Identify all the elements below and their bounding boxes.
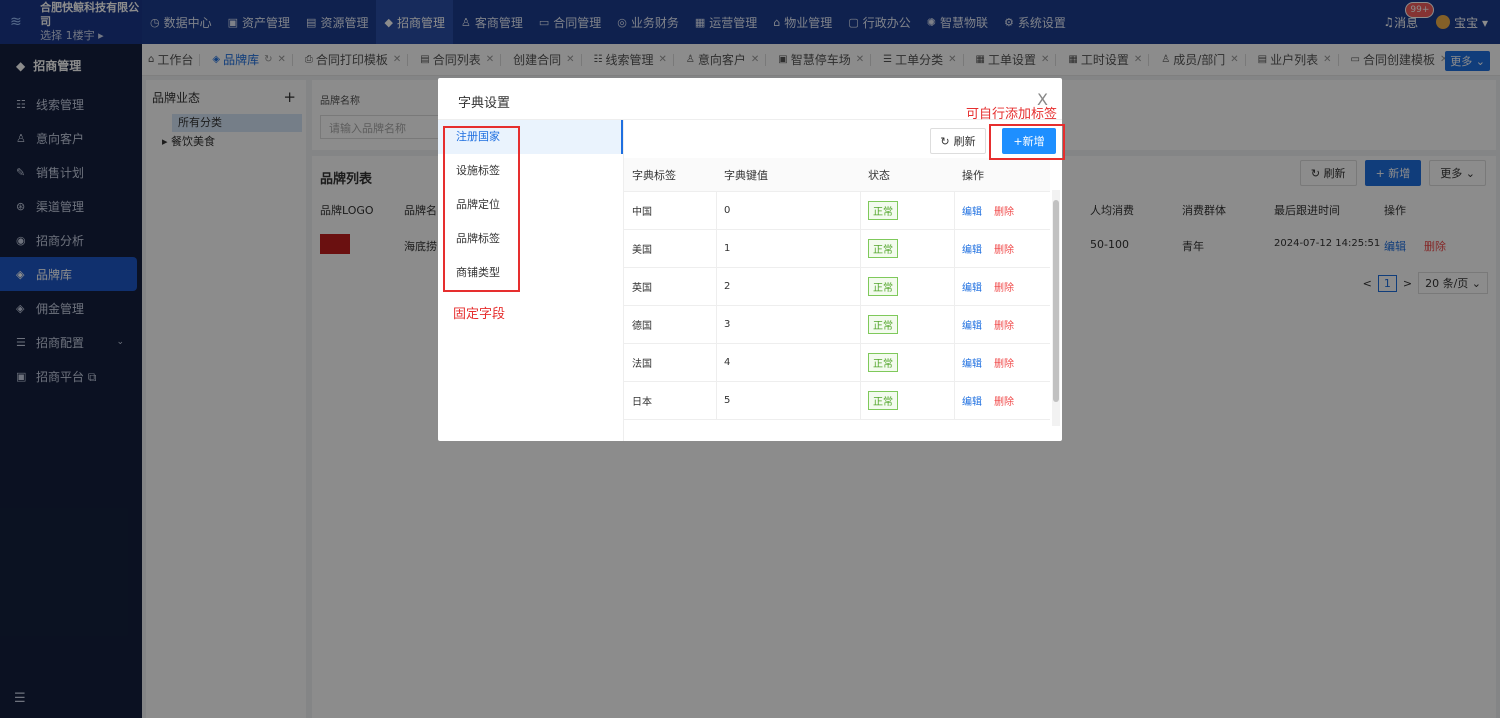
edit-link[interactable]: 编辑 [962, 241, 982, 256]
edit-link[interactable]: 编辑 [962, 355, 982, 370]
annotation-fixed-fields: 固定字段 [453, 307, 506, 322]
dict-label-cell: 德国 [632, 321, 652, 332]
table-scrollbar[interactable] [1052, 190, 1060, 426]
dict-label-cell: 美国 [632, 245, 652, 256]
dict-value-cell: 5 [724, 395, 731, 406]
dict-refresh-button[interactable]: ↻ 刷新 [930, 128, 986, 154]
scrollbar-thumb[interactable] [1053, 200, 1059, 402]
dict-label-cell: 英国 [632, 283, 652, 294]
refresh-icon: ↻ [940, 134, 950, 148]
delete-link[interactable]: 删除 [994, 203, 1014, 218]
dict-label-cell: 日本 [632, 397, 652, 408]
dict-table-row: 英国 2 正常 编辑 删除 [624, 268, 1050, 306]
dict-value-cell: 4 [724, 357, 731, 368]
dict-column-header: 状态 [868, 168, 890, 182]
dict-column-header: 操作 [962, 168, 984, 182]
status-badge: 正常 [868, 391, 898, 410]
delete-link[interactable]: 删除 [994, 355, 1014, 370]
delete-link[interactable]: 删除 [994, 279, 1014, 294]
edit-link[interactable]: 编辑 [962, 317, 982, 332]
dict-value-cell: 2 [724, 281, 731, 292]
status-badge: 正常 [868, 353, 898, 372]
dictionary-settings-dialog: 字典设置 X 注册国家 设施标签 品牌定位 品牌标签 商铺类型 ↻ 刷新 +新增 字典标… [438, 78, 1062, 441]
dict-column-header: 字典标签 [632, 168, 676, 182]
status-badge: 正常 [868, 315, 898, 334]
delete-link[interactable]: 删除 [994, 393, 1014, 408]
dict-table-row: 日本 5 正常 编辑 删除 [624, 382, 1050, 420]
dict-refresh-label: 刷新 [953, 135, 976, 148]
annotation-box-fixed-fields [443, 126, 520, 292]
dict-table-row: 美国 1 正常 编辑 删除 [624, 230, 1050, 268]
dict-value-cell: 0 [724, 205, 731, 216]
dict-label-cell: 中国 [632, 207, 652, 218]
edit-link[interactable]: 编辑 [962, 203, 982, 218]
status-badge: 正常 [868, 201, 898, 220]
dict-table-row-partial [624, 420, 1050, 441]
dict-table-row: 法国 4 正常 编辑 删除 [624, 344, 1050, 382]
status-badge: 正常 [868, 277, 898, 296]
dict-column-header: 字典键值 [724, 168, 768, 182]
dictionary-table: 字典标签 字典键值 状态 操作 中国 0 正常 编辑 删除 美国 1 正常 编辑 删除 英国 2 正常 编辑 删除… [624, 158, 1050, 441]
annotation-box-add [989, 124, 1065, 160]
dict-value-cell: 1 [724, 243, 731, 254]
edit-link[interactable]: 编辑 [962, 393, 982, 408]
annotation-custom-tags: 可自行添加标签 [966, 107, 1058, 122]
edit-link[interactable]: 编辑 [962, 279, 982, 294]
status-badge: 正常 [868, 239, 898, 258]
delete-link[interactable]: 删除 [994, 241, 1014, 256]
table-header: 字典标签 字典键值 状态 操作 [624, 158, 1050, 192]
delete-link[interactable]: 删除 [994, 317, 1014, 332]
dict-table-row: 中国 0 正常 编辑 删除 [624, 192, 1050, 230]
dict-table-row: 德国 3 正常 编辑 删除 [624, 306, 1050, 344]
dict-value-cell: 3 [724, 319, 731, 330]
dict-label-cell: 法国 [632, 359, 652, 370]
dialog-title: 字典设置 [458, 96, 511, 111]
